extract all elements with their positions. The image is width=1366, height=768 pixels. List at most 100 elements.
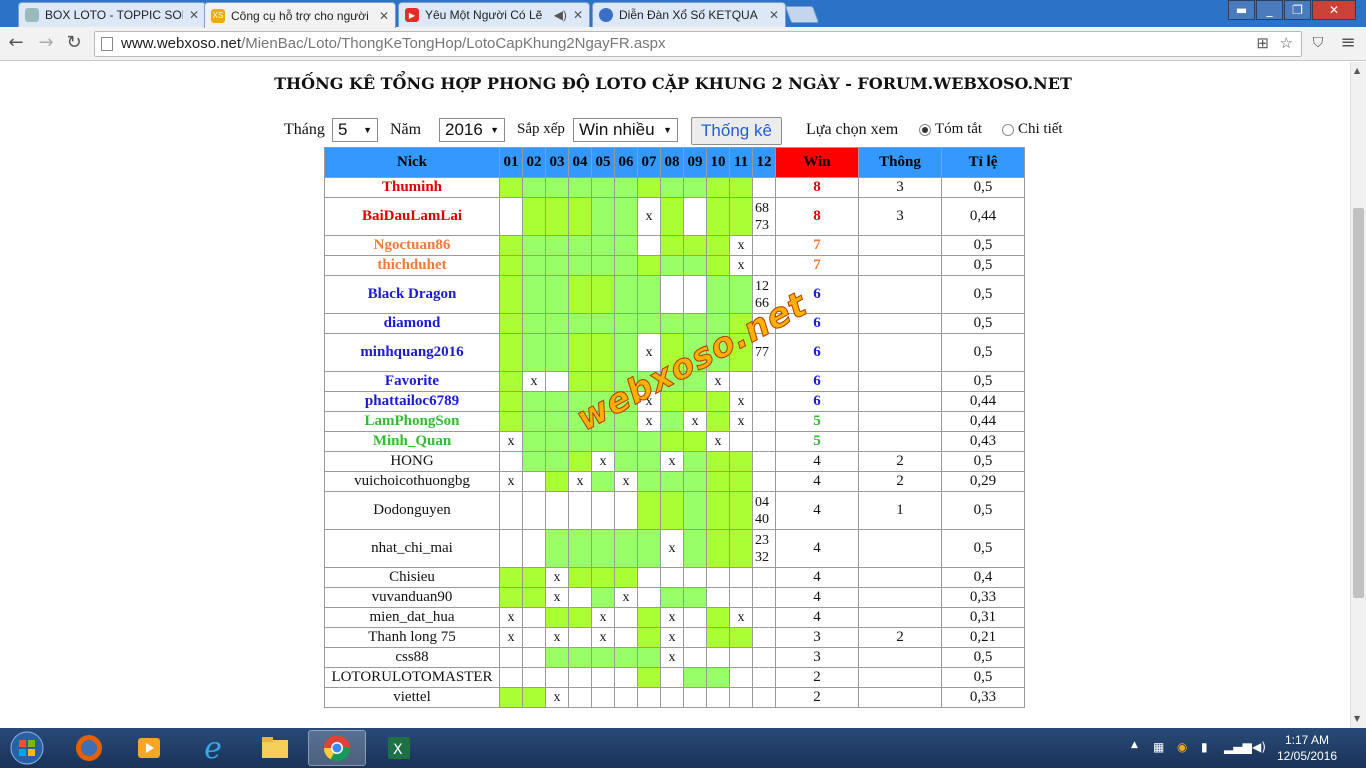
volume-icon[interactable]: ◀) [1252, 740, 1266, 754]
nick-cell[interactable]: vuvanduan90 [324, 587, 500, 608]
nick-cell[interactable]: phattailoc6789 [324, 391, 500, 412]
minimize-button[interactable]: _ [1256, 0, 1283, 20]
nick-cell[interactable]: Chisieu [324, 567, 500, 588]
ratio-cell: 0,44 [941, 391, 1025, 412]
vertical-scrollbar[interactable]: ▲ ▼ [1350, 62, 1366, 728]
nick-cell[interactable]: BaiDauLamLai [324, 197, 500, 236]
day-cell [660, 667, 684, 688]
thong-cell [858, 313, 942, 334]
thong-cell [858, 391, 942, 412]
reload-icon[interactable]: ↻ [64, 33, 84, 53]
start-button[interactable] [2, 730, 52, 766]
nick-cell[interactable]: vuichoicothuongbg [324, 471, 500, 492]
day-cell [591, 177, 615, 198]
sort-select[interactable]: Win nhiều ▼ [573, 118, 678, 142]
page-content: THỐNG KÊ TỔNG HỢP PHONG ĐỘ LOTO CẶP KHUN… [0, 62, 1350, 728]
firefox-taskbar-icon[interactable] [60, 730, 118, 766]
nick-cell[interactable]: LamPhongSon [324, 411, 500, 432]
day-cell [706, 471, 730, 492]
new-tab-button[interactable] [784, 6, 820, 23]
ratio-cell: 0,4 [941, 567, 1025, 588]
day-cell [752, 471, 776, 492]
summary-radio[interactable] [919, 124, 931, 136]
nick-cell[interactable]: Ngoctuan86 [324, 235, 500, 256]
nick-cell[interactable]: thichduhet [324, 255, 500, 276]
day-cell [729, 431, 753, 452]
excel-taskbar-icon[interactable]: X [370, 730, 428, 766]
table-row: nhat_chi_mai x 23 32 4 0,5 [324, 529, 1025, 568]
tab-youtube[interactable]: ▶ Yêu Một Người Có Lẽ ◀) ✕ [398, 2, 590, 27]
nick-cell[interactable]: Black Dragon [324, 275, 500, 314]
win-cell: 5 [775, 431, 859, 452]
nick-cell[interactable]: Favorite [324, 371, 500, 392]
close-icon[interactable]: ✕ [379, 9, 389, 23]
day-cell [499, 587, 523, 608]
app-tray-icon[interactable]: ◉ [1177, 740, 1187, 754]
day-cell: x [591, 607, 615, 628]
scroll-down-icon[interactable]: ▼ [1354, 714, 1360, 723]
back-arrow-icon[interactable]: ← [6, 33, 26, 53]
scroll-up-icon[interactable]: ▲ [1354, 66, 1360, 75]
address-bar[interactable]: www.webxoso.net/MienBac/Loto/ThongKeTong… [94, 31, 1302, 57]
close-icon[interactable]: ✕ [769, 8, 779, 22]
tab-box-loto[interactable]: BOX LOTO - TOPPIC SON ✕ [18, 2, 206, 27]
nick-cell[interactable]: mien_dat_hua [324, 607, 500, 628]
day-cell [729, 627, 753, 648]
maximize-button[interactable]: ❐ [1284, 0, 1311, 20]
network-icon[interactable]: ▦ [1153, 740, 1164, 754]
day-cell [591, 647, 615, 668]
clock[interactable]: 1:17 AM 12/05/2016 [1272, 732, 1342, 764]
nick-cell[interactable]: HONG [324, 451, 500, 472]
nick-cell[interactable]: css88 [324, 647, 500, 668]
nick-cell[interactable]: Minh_Quan [324, 431, 500, 452]
translate-icon[interactable]: ⊞ [1256, 32, 1269, 56]
win-cell: 4 [775, 529, 859, 568]
month-select[interactable]: 5 ▼ [332, 118, 378, 142]
close-icon[interactable]: ✕ [573, 8, 583, 22]
day-cell [706, 627, 730, 648]
forward-arrow-icon[interactable]: → [36, 33, 56, 53]
header-day: 05 [591, 147, 615, 178]
shield-icon[interactable]: ⛉ [1308, 33, 1328, 53]
scroll-thumb[interactable] [1353, 208, 1364, 598]
thong-cell [858, 687, 942, 708]
nick-cell[interactable]: minhquang2016 [324, 333, 500, 372]
menu-icon[interactable]: ≡ [1338, 33, 1358, 53]
nick-cell[interactable]: Thuminh [324, 177, 500, 198]
year-select[interactable]: 2016 ▼ [439, 118, 505, 142]
tab-cong-cu[interactable]: XS Công cụ hỗ trợ cho người ✕ [204, 2, 396, 28]
nick-cell[interactable]: LOTORULOTOMASTER [324, 667, 500, 688]
window-close-button[interactable]: ✕ [1312, 0, 1356, 20]
day-cell: x [683, 411, 707, 432]
thong-cell: 1 [858, 491, 942, 530]
signal-icon[interactable]: ▂▄▆ [1224, 740, 1252, 754]
day-cell [683, 667, 707, 688]
close-icon[interactable]: ✕ [189, 8, 199, 22]
win-cell: 4 [775, 451, 859, 472]
battery-icon[interactable]: ▮ [1201, 740, 1208, 754]
nick-cell[interactable]: diamond [324, 313, 500, 334]
day-cell [568, 313, 592, 334]
detail-radio[interactable] [1002, 124, 1014, 136]
day-cell [522, 471, 546, 492]
day-cell [614, 567, 638, 588]
thong-ke-button[interactable]: Thống kê [691, 117, 782, 145]
day-cell [522, 627, 546, 648]
ie-taskbar-icon[interactable]: e [184, 730, 242, 766]
user-icon[interactable]: ▬ [1228, 0, 1255, 20]
nick-cell[interactable]: nhat_chi_mai [324, 529, 500, 568]
table-row: Thanh long 75 x x x x 3 2 0,21 [324, 627, 1025, 648]
tab-dien-dan[interactable]: Diễn Đàn Xổ Số KETQUA ✕ [592, 2, 786, 27]
show-hidden-icons-icon[interactable]: ▲ [1131, 740, 1138, 750]
chrome-taskbar-icon[interactable] [308, 730, 366, 766]
star-icon[interactable]: ☆ [1280, 32, 1293, 56]
nick-cell[interactable]: Thanh long 75 [324, 627, 500, 648]
nick-cell[interactable]: viettel [324, 687, 500, 708]
day-cell: x [660, 647, 684, 668]
nick-cell[interactable]: Dodonguyen [324, 491, 500, 530]
explorer-taskbar-icon[interactable] [246, 730, 304, 766]
day-cell [752, 451, 776, 472]
day-cell [660, 313, 684, 334]
media-player-taskbar-icon[interactable] [120, 730, 178, 766]
day-cell: 04 40 [752, 491, 776, 530]
